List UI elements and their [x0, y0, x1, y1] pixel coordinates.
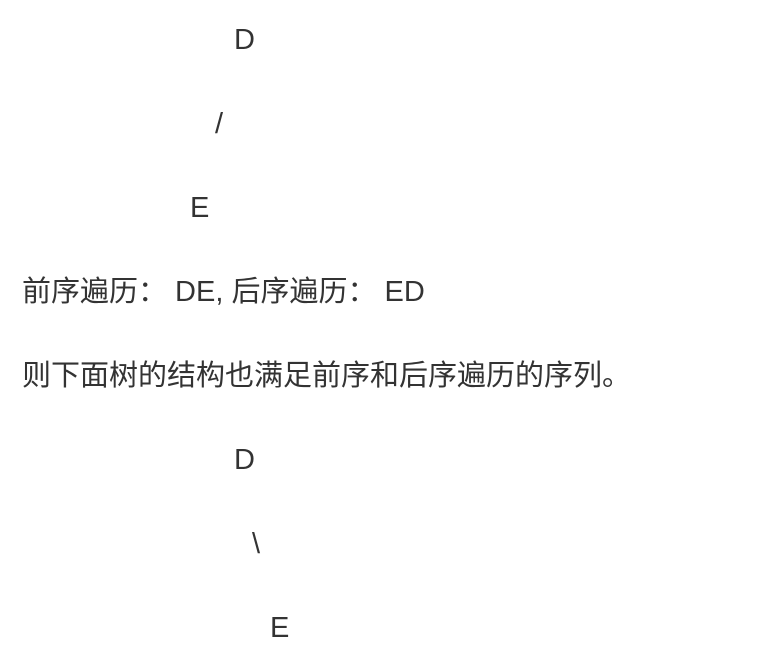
- description-text: 则下面树的结构也满足前序和后序遍历的序列。: [22, 360, 632, 392]
- tree1-root-node: D: [234, 24, 255, 56]
- tree2-child-node: E: [270, 612, 290, 644]
- traversal-sequence-text: 前序遍历： DE, 后序遍历： ED: [22, 276, 425, 308]
- tree2-root-node: D: [234, 444, 255, 476]
- tree1-child-node: E: [190, 192, 210, 224]
- tree2-right-edge: \: [252, 528, 261, 560]
- tree1-left-edge: /: [215, 108, 224, 140]
